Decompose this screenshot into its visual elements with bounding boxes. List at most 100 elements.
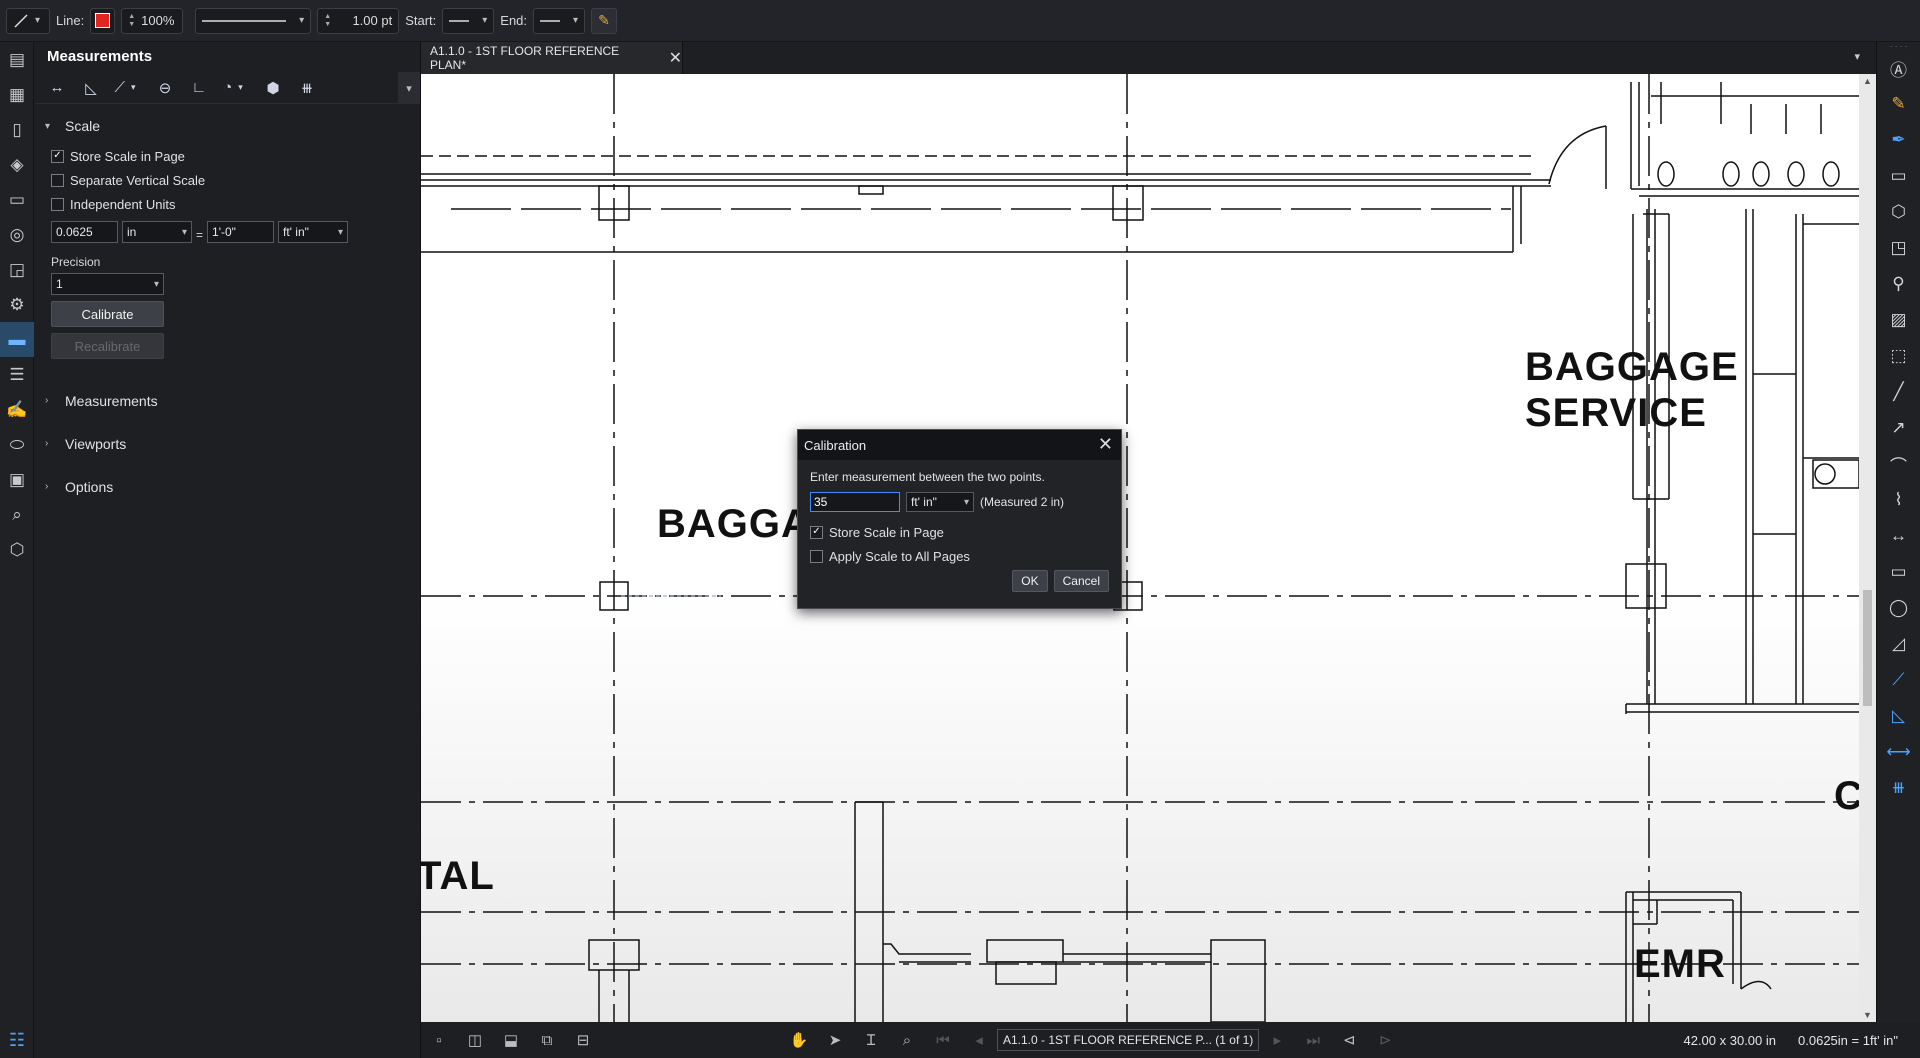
measurement-unit-select[interactable]: ft' in" ▾ [906,492,974,512]
line-tool-icon[interactable]: ╱ [1877,374,1920,410]
drawing-canvas[interactable]: BAGGAGE SERVICE BAGGA TAL EMR C [421,74,1859,1022]
ok-button[interactable]: OK [1012,570,1048,592]
pen-tool-icon[interactable]: ✒ [1877,122,1920,158]
close-tab-icon[interactable]: ✕ [669,48,682,68]
polylength-tool-icon[interactable]: ⟋ [1877,662,1920,698]
text-box-tool-icon[interactable]: Ⓐ [1877,50,1920,86]
first-page-icon[interactable]: ⏮ [925,1032,961,1049]
stamps-icon[interactable]: ▣ [0,462,34,497]
line-style-dropdown[interactable]: ▾ [6,7,50,34]
length-measure-icon[interactable]: ↔ [43,76,71,100]
polygon-tool-icon[interactable]: ◿ [1877,626,1920,662]
thumbnails-icon[interactable]: ▦ [0,77,34,112]
page-selector[interactable]: A1.1.0 - 1ST FLOOR REFERENCE P... (1 of … [997,1029,1260,1051]
independent-units-checkbox[interactable] [51,197,64,211]
dialog-apply-all-row[interactable]: Apply Scale to All Pages [810,544,1109,568]
volume-measure-icon[interactable]: ⬢ [259,76,287,100]
end-arrow-dropdown[interactable]: ▾ [533,7,586,34]
single-page-view-icon[interactable]: ▫ [421,1032,457,1049]
document-tab[interactable]: A1.1.0 - 1ST FLOOR REFERENCE PLAN* ✕ [421,42,683,74]
markups-list-icon[interactable]: ☰ [0,357,34,392]
measurement-input[interactable]: 35 [810,492,900,512]
arc-tool-icon[interactable]: ⌒ [1877,446,1920,482]
viewports-section-header[interactable]: › Viewports [35,422,420,465]
highlighter-tool-icon[interactable]: ✎ [1877,86,1920,122]
split-vertical-icon[interactable]: ◫ [457,1031,493,1049]
scale-real-input[interactable]: 1'-0" [207,221,275,243]
split-horizontal-icon[interactable]: ⬓ [493,1031,529,1049]
previous-view-icon[interactable]: ⊲ [1331,1031,1367,1049]
note-tool-icon[interactable]: ◳ [1877,230,1920,266]
store-scale-checkbox-row[interactable]: ✓ Store Scale in Page [35,144,420,168]
scrollbar-thumb[interactable] [1863,590,1872,706]
links-icon[interactable]: ⬭ [0,427,34,462]
cancel-button[interactable]: Cancel [1053,570,1109,592]
precision-select[interactable]: 1 ▾ [51,273,164,295]
radius-measure-icon[interactable]: ◔ ▾ [219,76,247,100]
ellipse-tool-icon[interactable]: ◯ [1877,590,1920,626]
scale-value-input[interactable]: 0.0625 [51,221,118,243]
image-tool-icon[interactable]: ▨ [1877,302,1920,338]
area-measure-icon[interactable]: ◺ [77,76,105,100]
layers-icon[interactable]: ◈ [0,147,34,182]
store-scale-checkbox[interactable]: ✓ [51,149,64,163]
tool-chest-icon[interactable]: ▭ [0,182,34,217]
shapes-tool-icon[interactable]: ⬡ [1877,194,1920,230]
separate-vertical-checkbox[interactable] [51,173,64,187]
select-pointer-icon[interactable]: ➤ [817,1031,853,1049]
measurements-section-header[interactable]: › Measurements [35,379,420,422]
count-measure-icon[interactable]: ⧻ [293,76,321,100]
places-icon[interactable]: ◎ [0,217,34,252]
compare-icon[interactable]: ⊟ [565,1031,601,1049]
search-icon[interactable]: ⌕ [0,497,34,532]
line-width-spinner[interactable]: ▲ ▼ 1.00 pt [317,7,400,34]
3d-icon[interactable]: ⬡ [0,532,34,567]
sync-view-icon[interactable]: ⧉ [529,1032,565,1049]
measurements-ruler-icon[interactable]: ▬ [0,322,34,357]
bookmarks-icon[interactable]: ▯ [0,112,34,147]
start-arrow-dropdown[interactable]: ▾ [442,7,495,34]
polyline-tool-icon[interactable]: ⌇ [1877,482,1920,518]
signatures-icon[interactable]: ✍ [0,392,34,427]
tab-list-chevron-icon[interactable]: ▾ [1854,50,1860,63]
length-tool-icon[interactable]: ⟷ [1877,734,1920,770]
diameter-measure-icon[interactable]: ⊖ [151,76,179,100]
previous-page-icon[interactable]: ◂ [961,1031,997,1049]
count-tool-icon[interactable]: ⧻ [1877,770,1920,806]
dialog-store-scale-checkbox[interactable]: ✓ [810,525,823,539]
scroll-up-icon[interactable]: ▲ [1859,76,1876,86]
dialog-apply-all-checkbox[interactable] [810,549,823,563]
separate-vertical-checkbox-row[interactable]: Separate Vertical Scale [35,168,420,192]
scale-unit-select[interactable]: in ▾ [122,221,192,243]
pan-hand-icon[interactable]: ✋ [781,1031,817,1049]
markup-list-toggle-icon[interactable]: ☷ [0,1022,34,1058]
format-painter-button[interactable]: ✎ [591,7,618,34]
calibrate-button[interactable]: Calibrate [51,301,164,327]
angle-measure-icon[interactable]: ∟ [185,76,213,100]
area-tool-icon[interactable]: ◺ [1877,698,1920,734]
next-page-icon[interactable]: ▸ [1259,1031,1295,1049]
scale-readout[interactable]: 0.0625in = 1ft' in" [1798,1033,1898,1048]
line-pattern-dropdown[interactable]: ▾ [195,7,312,34]
opacity-spinner[interactable]: ▲ ▼ 100% [121,7,184,34]
last-page-icon[interactable]: ⏭ [1295,1032,1331,1049]
options-section-header[interactable]: › Options [35,465,420,508]
dialog-store-scale-row[interactable]: ✓ Store Scale in Page [810,520,1109,544]
polylength-measure-icon[interactable]: ⟋ ▾ [111,76,139,100]
snapshot-tool-icon[interactable]: ⬚ [1877,338,1920,374]
rectangle-tool-icon[interactable]: ▭ [1877,554,1920,590]
line-color-picker[interactable] [90,7,116,34]
sketch-tools-icon[interactable]: ◲ [0,252,34,287]
file-access-icon[interactable]: ▤ [0,42,34,77]
next-view-icon[interactable]: ⊳ [1367,1031,1403,1049]
text-select-icon[interactable]: Ɪ [853,1030,889,1050]
callout-tool-icon[interactable]: ▭ [1877,158,1920,194]
scroll-down-icon[interactable]: ▼ [1859,1010,1876,1020]
vertical-scrollbar[interactable]: ▲ ▼ [1859,74,1876,1022]
stamp-tool-icon[interactable]: ⚲ [1877,266,1920,302]
zoom-icon[interactable]: ⌕ [889,1032,925,1049]
scale-section-header[interactable]: ▾ Scale [35,114,420,138]
dimension-tool-icon[interactable]: ↔ [1877,518,1920,554]
close-icon[interactable]: ✕ [1098,434,1113,455]
more-tools-chevron-icon[interactable]: ▾ [398,72,420,104]
